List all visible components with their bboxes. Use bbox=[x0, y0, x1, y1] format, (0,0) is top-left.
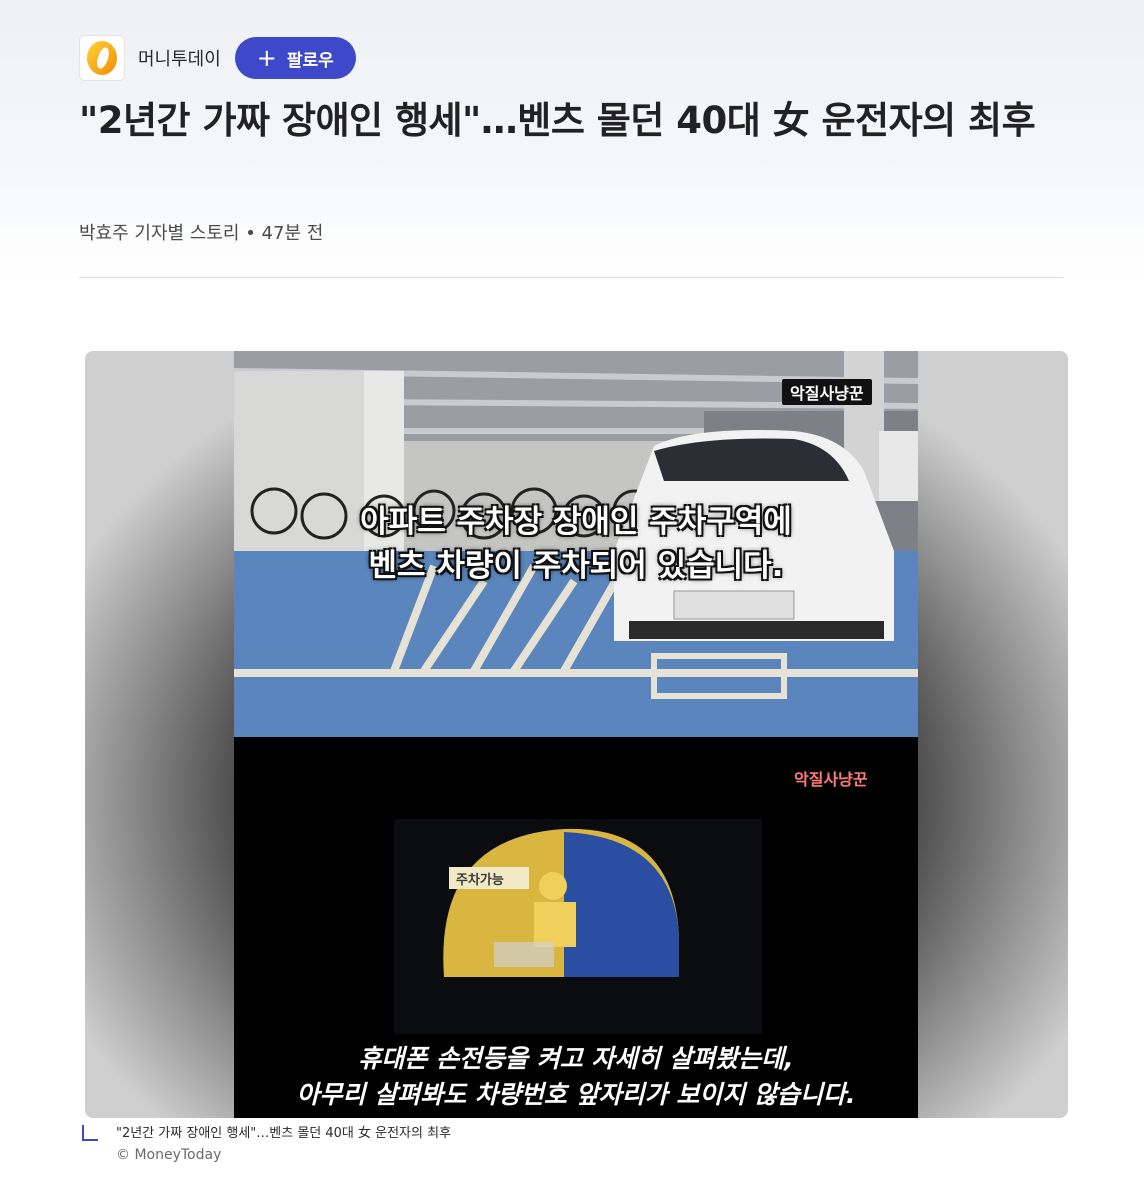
top-caption-line2: 벤츠 차량이 주차되어 있습니다. bbox=[368, 548, 784, 584]
bottom-caption-line2: 아무리 살펴봐도 차량번호 앞자리가 보이지 않습니다. bbox=[296, 1080, 856, 1109]
article-headline: "2년간 가짜 장애인 행세"…벤츠 몰던 40대 女 운전자의 최후 bbox=[79, 99, 1036, 142]
image-caption: "2년간 가짜 장애인 행세"…벤츠 몰던 40대 女 운전자의 최후 bbox=[82, 1124, 451, 1144]
follow-label: 팔로우 bbox=[286, 50, 334, 71]
article-page: 머니투데이 + 팔로우 "2년간 가짜 장애인 행세"…벤츠 몰던 40대 女 … bbox=[0, 0, 1144, 1200]
image-credit: © MoneyToday bbox=[116, 1147, 222, 1163]
header-divider bbox=[79, 277, 1063, 278]
bottom-caption-line1: 휴대폰 손전등을 켜고 자세히 살펴봤는데, bbox=[358, 1044, 794, 1073]
corner-caption-icon bbox=[82, 1125, 98, 1141]
image-caption-text: "2년간 가짜 장애인 행세"…벤츠 몰던 40대 女 운전자의 최후 bbox=[116, 1126, 452, 1141]
parking-lot-photo: 악질사냥꾼 아파트 주차장 장애인 주차구역에 벤츠 차량이 주차되어 있습니다… bbox=[234, 351, 918, 737]
sticker-closeup-photo: 악질사냥꾼 주차가능 휴대폰 손전등을 켜고 자세히 살펴봤는데, 아무리 살펴… bbox=[234, 737, 918, 1118]
moneytoday-logo-icon[interactable] bbox=[79, 35, 125, 81]
article-image-frame[interactable]: 악질사냥꾼 아파트 주차장 장애인 주차구역에 벤츠 차량이 주차되어 있습니다… bbox=[85, 351, 1068, 1118]
sticker-text: 주차가능 bbox=[456, 873, 504, 888]
article-byline: 박효주 기자별 스토리 • 47분 전 bbox=[79, 223, 324, 244]
follow-button[interactable]: + 팔로우 bbox=[234, 37, 356, 79]
top-caption-line1: 아파트 주차장 장애인 주차구역에 bbox=[360, 504, 792, 540]
plus-icon: + bbox=[256, 44, 277, 72]
article-image[interactable]: 악질사냥꾼 아파트 주차장 장애인 주차구역에 벤츠 차량이 주차되어 있습니다… bbox=[234, 351, 918, 1118]
bottom-watermark: 악질사냥꾼 bbox=[794, 770, 868, 789]
publisher-name[interactable]: 머니투데이 bbox=[138, 45, 221, 71]
top-watermark: 악질사냥꾼 bbox=[782, 379, 872, 405]
publisher-header: 머니투데이 + 팔로우 bbox=[79, 35, 356, 81]
